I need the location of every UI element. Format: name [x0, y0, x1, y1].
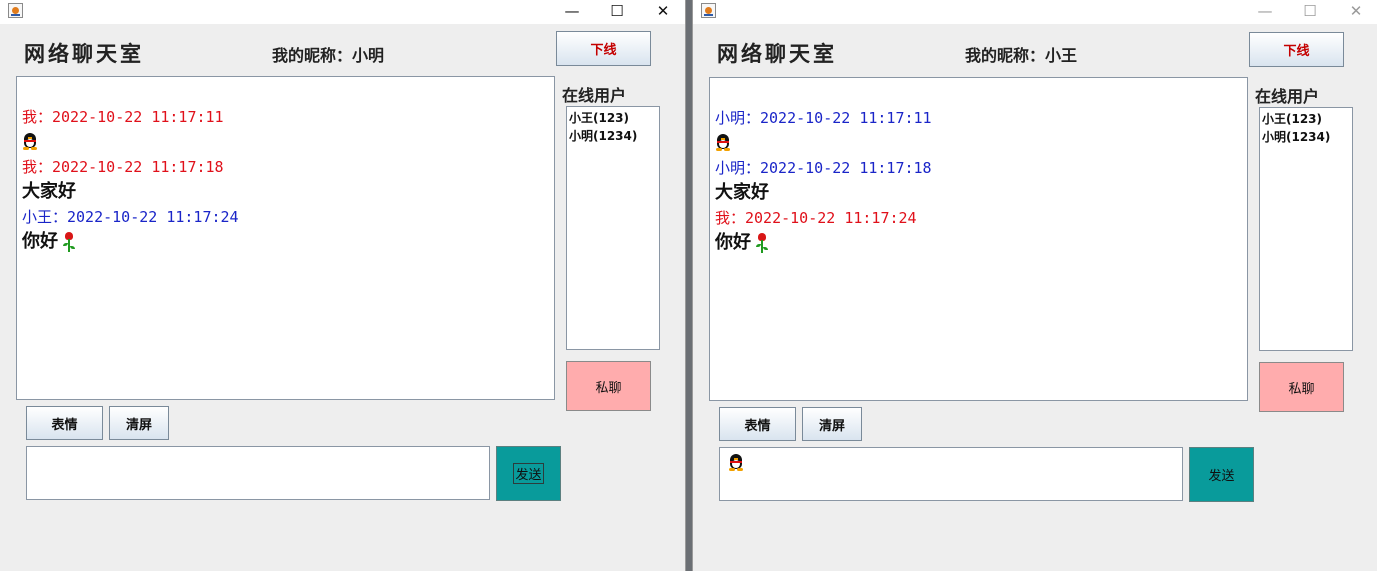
clear-screen-button[interactable]: 清屏: [802, 407, 862, 441]
send-button[interactable]: 发送: [496, 446, 561, 501]
private-chat-button[interactable]: 私聊: [1259, 362, 1344, 412]
chat-history[interactable]: 我：2022-10-22 11:17:11 我：2022-10-22 11:17…: [16, 76, 555, 400]
message-text: 大家好: [715, 182, 769, 203]
nickname-label: 我的昵称：小明: [272, 46, 385, 65]
message-item: 我：2022-10-22 11:17:18 大家好: [22, 155, 554, 205]
chat-window-xiaowang: — ☐ ✕ 网络聊天室 我的昵称：小王 下线 小明：2022-10-22 11:…: [692, 0, 1377, 571]
message-item: 我：2022-10-22 11:17:24 你好: [715, 206, 1247, 256]
message-body: 你好: [715, 230, 1247, 256]
app-title: 网络聊天室: [717, 41, 837, 66]
message-header: 我：2022-10-22 11:17:11: [22, 108, 224, 126]
minimize-button[interactable]: —: [1242, 0, 1288, 24]
app-title: 网络聊天室: [24, 41, 144, 66]
close-button[interactable]: ✕: [640, 0, 685, 24]
message-header: 小明：2022-10-22 11:17:18: [715, 159, 932, 177]
message-header: 小王：2022-10-22 11:17:24: [22, 208, 239, 226]
online-users-list[interactable]: 小王(123) 小明(1234): [566, 106, 660, 350]
send-label: 发送: [513, 463, 544, 484]
user-item[interactable]: 小王(123): [1262, 110, 1350, 128]
message-text: 你好: [715, 232, 751, 253]
chat-history[interactable]: 小明：2022-10-22 11:17:11 小明：2022-10-22 11:…: [709, 77, 1248, 401]
send-label: 发送: [1208, 469, 1235, 484]
message-body: 你好: [22, 229, 554, 255]
java-app-icon: [701, 3, 716, 18]
chat-window-xiaoming: — ☐ ✕ 网络聊天室 我的昵称：小明 下线 我：2022-10-22 11:1…: [0, 0, 686, 571]
emoji-button[interactable]: 表情: [719, 407, 796, 441]
message-input[interactable]: [26, 446, 490, 500]
message-item: 我：2022-10-22 11:17:11: [22, 105, 554, 155]
message-item: 小王：2022-10-22 11:17:24 你好: [22, 205, 554, 255]
message-body: 大家好: [22, 179, 554, 205]
penguin-icon: [715, 134, 731, 152]
message-text: 你好: [22, 231, 58, 252]
message-header: 小明：2022-10-22 11:17:11: [715, 109, 932, 127]
rose-icon: [62, 231, 76, 253]
maximize-button[interactable]: ☐: [1287, 0, 1333, 24]
clear-screen-button[interactable]: 清屏: [109, 406, 169, 440]
minimize-button[interactable]: —: [549, 0, 595, 24]
rose-icon: [755, 232, 769, 254]
title-bar[interactable]: — ☐ ✕: [0, 0, 685, 24]
online-users-list[interactable]: 小王(123) 小明(1234): [1259, 107, 1353, 351]
message-body: [22, 129, 554, 155]
nickname-label: 我的昵称：小王: [965, 46, 1078, 65]
penguin-icon: [728, 454, 744, 472]
message-item: 小明：2022-10-22 11:17:11: [715, 106, 1247, 156]
online-users-label: 在线用户: [562, 86, 627, 105]
user-item[interactable]: 小明(1234): [569, 127, 657, 145]
message-body: [715, 130, 1247, 156]
online-users-label: 在线用户: [1255, 87, 1320, 106]
message-header: 我：2022-10-22 11:17:18: [22, 158, 224, 176]
message-text: 大家好: [22, 181, 76, 202]
private-chat-button[interactable]: 私聊: [566, 361, 651, 411]
message-body: 大家好: [715, 180, 1247, 206]
message-item: 小明：2022-10-22 11:17:18 大家好: [715, 156, 1247, 206]
maximize-button[interactable]: ☐: [594, 0, 640, 24]
user-item[interactable]: 小王(123): [569, 109, 657, 127]
emoji-button[interactable]: 表情: [26, 406, 103, 440]
message-input[interactable]: [719, 447, 1183, 501]
penguin-icon: [22, 133, 38, 151]
java-app-icon: [8, 3, 23, 18]
send-button[interactable]: 发送: [1189, 447, 1254, 502]
user-item[interactable]: 小明(1234): [1262, 128, 1350, 146]
title-bar[interactable]: — ☐ ✕: [693, 0, 1377, 24]
close-button[interactable]: ✕: [1333, 0, 1377, 24]
message-header: 我：2022-10-22 11:17:24: [715, 209, 917, 227]
logout-button[interactable]: 下线: [1249, 32, 1344, 67]
logout-button[interactable]: 下线: [556, 31, 651, 66]
